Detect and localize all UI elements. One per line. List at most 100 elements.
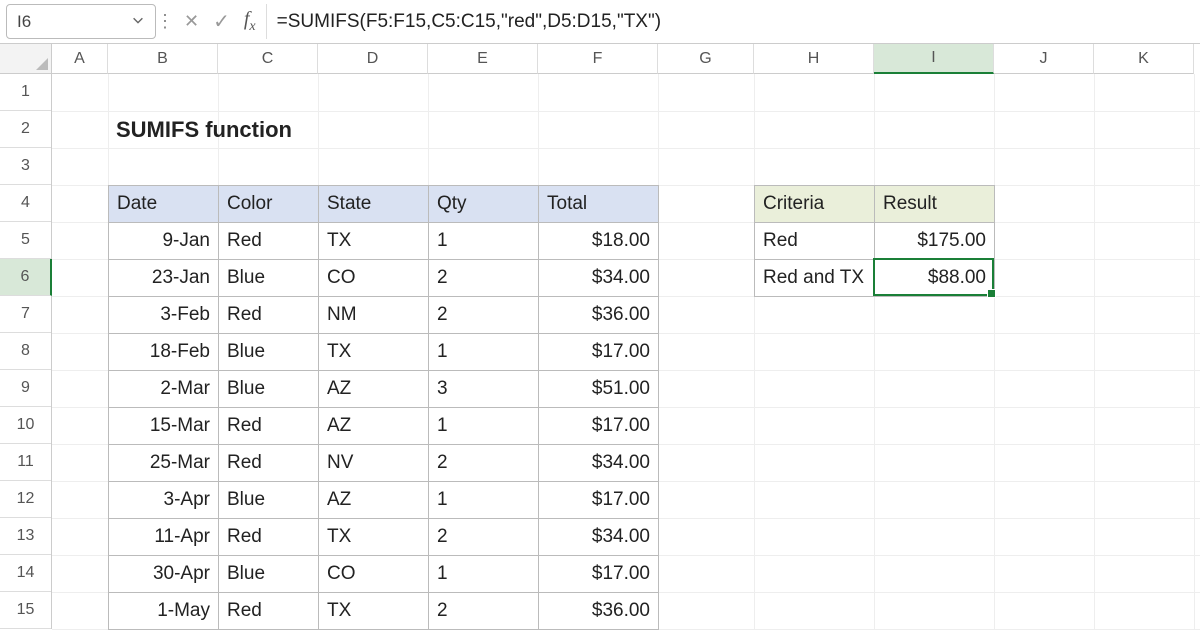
fx-icon[interactable]: fx (244, 8, 256, 35)
cell[interactable]: Red (219, 445, 319, 482)
cell[interactable]: Red (755, 223, 875, 260)
row-header-9[interactable]: 9 (0, 370, 51, 407)
cell[interactable]: 9-Jan (109, 223, 219, 260)
column-header-H[interactable]: H (754, 44, 874, 74)
cell[interactable]: 3-Apr (109, 482, 219, 519)
cell[interactable]: $88.00 (875, 260, 995, 297)
table-row[interactable]: 2-MarBlueAZ3$51.00 (109, 371, 659, 408)
cell[interactable]: $17.00 (539, 408, 659, 445)
cell[interactable]: 18-Feb (109, 334, 219, 371)
table-header[interactable]: Qty (429, 186, 539, 223)
table-header[interactable]: Color (219, 186, 319, 223)
cell[interactable]: 2 (429, 260, 539, 297)
cell[interactable]: CO (319, 260, 429, 297)
cell[interactable]: 1 (429, 482, 539, 519)
cell[interactable]: 2 (429, 593, 539, 630)
cell[interactable]: TX (319, 519, 429, 556)
cell[interactable]: $18.00 (539, 223, 659, 260)
cell[interactable]: Red (219, 408, 319, 445)
grid[interactable]: SUMIFS function DateColorStateQtyTotal9-… (52, 74, 1200, 630)
column-header-D[interactable]: D (318, 44, 428, 74)
row-header-8[interactable]: 8 (0, 333, 51, 370)
cell[interactable]: Red (219, 223, 319, 260)
confirm-icon[interactable]: ✓ (213, 9, 230, 34)
column-header-I[interactable]: I (874, 44, 994, 74)
cell[interactable]: Blue (219, 260, 319, 297)
cell[interactable]: $17.00 (539, 482, 659, 519)
table-header[interactable]: State (319, 186, 429, 223)
cell[interactable]: 30-Apr (109, 556, 219, 593)
cell[interactable]: Blue (219, 482, 319, 519)
cell[interactable]: TX (319, 593, 429, 630)
column-header-G[interactable]: G (658, 44, 754, 74)
cell[interactable]: 1 (429, 408, 539, 445)
cell[interactable]: Red and TX (755, 260, 875, 297)
row-header-4[interactable]: 4 (0, 185, 51, 222)
table-row[interactable]: 9-JanRedTX1$18.00 (109, 223, 659, 260)
column-header-A[interactable]: A (52, 44, 108, 74)
cell[interactable]: TX (319, 223, 429, 260)
row-header-2[interactable]: 2 (0, 111, 51, 148)
row-header-10[interactable]: 10 (0, 407, 51, 444)
criteria-header[interactable]: Result (875, 186, 995, 223)
criteria-row[interactable]: Red$175.00 (755, 223, 995, 260)
cell[interactable]: NM (319, 297, 429, 334)
row-header-12[interactable]: 12 (0, 481, 51, 518)
row-header-6[interactable]: 6 (0, 259, 52, 296)
row-header-11[interactable]: 11 (0, 444, 51, 481)
cell[interactable]: 23-Jan (109, 260, 219, 297)
cell[interactable]: 1-May (109, 593, 219, 630)
cell[interactable]: AZ (319, 482, 429, 519)
cell[interactable]: Blue (219, 556, 319, 593)
cell[interactable]: 2-Mar (109, 371, 219, 408)
cell[interactable]: $17.00 (539, 556, 659, 593)
cell[interactable]: $34.00 (539, 260, 659, 297)
cell[interactable]: 3-Feb (109, 297, 219, 334)
cell[interactable]: 25-Mar (109, 445, 219, 482)
cell[interactable]: 2 (429, 297, 539, 334)
cell[interactable]: TX (319, 334, 429, 371)
cell[interactable]: $36.00 (539, 593, 659, 630)
cell[interactable]: NV (319, 445, 429, 482)
formula-input[interactable]: =SUMIFS(F5:F15,C5:C15,"red",D5:D15,"TX") (266, 4, 1194, 39)
cell[interactable]: AZ (319, 371, 429, 408)
cell[interactable]: Blue (219, 334, 319, 371)
column-header-B[interactable]: B (108, 44, 218, 74)
row-header-1[interactable]: 1 (0, 74, 51, 111)
cell[interactable]: $36.00 (539, 297, 659, 334)
table-row[interactable]: 18-FebBlueTX1$17.00 (109, 334, 659, 371)
table-row[interactable]: 23-JanBlueCO2$34.00 (109, 260, 659, 297)
criteria-header[interactable]: Criteria (755, 186, 875, 223)
table-header[interactable]: Date (109, 186, 219, 223)
cell[interactable]: $34.00 (539, 519, 659, 556)
name-box[interactable]: I6 (6, 4, 156, 39)
cell[interactable]: 11-Apr (109, 519, 219, 556)
select-all-corner[interactable] (0, 44, 52, 74)
cell[interactable]: Red (219, 297, 319, 334)
cell[interactable]: CO (319, 556, 429, 593)
cell[interactable]: 1 (429, 223, 539, 260)
table-row[interactable]: 15-MarRedAZ1$17.00 (109, 408, 659, 445)
cancel-icon[interactable]: ✕ (184, 11, 199, 32)
column-header-J[interactable]: J (994, 44, 1094, 74)
row-header-3[interactable]: 3 (0, 148, 51, 185)
column-header-C[interactable]: C (218, 44, 318, 74)
table-row[interactable]: 1-MayRedTX2$36.00 (109, 593, 659, 630)
cell[interactable]: Red (219, 519, 319, 556)
table-header[interactable]: Total (539, 186, 659, 223)
table-row[interactable]: 11-AprRedTX2$34.00 (109, 519, 659, 556)
column-header-K[interactable]: K (1094, 44, 1194, 74)
cell[interactable]: Red (219, 593, 319, 630)
cell[interactable]: $175.00 (875, 223, 995, 260)
cell[interactable]: $17.00 (539, 334, 659, 371)
row-header-7[interactable]: 7 (0, 296, 51, 333)
cell[interactable]: 1 (429, 334, 539, 371)
row-header-14[interactable]: 14 (0, 555, 51, 592)
cell[interactable]: 3 (429, 371, 539, 408)
criteria-row[interactable]: Red and TX$88.00 (755, 260, 995, 297)
table-row[interactable]: 3-FebRedNM2$36.00 (109, 297, 659, 334)
cell[interactable]: 15-Mar (109, 408, 219, 445)
cell[interactable]: $51.00 (539, 371, 659, 408)
row-header-13[interactable]: 13 (0, 518, 51, 555)
table-row[interactable]: 30-AprBlueCO1$17.00 (109, 556, 659, 593)
